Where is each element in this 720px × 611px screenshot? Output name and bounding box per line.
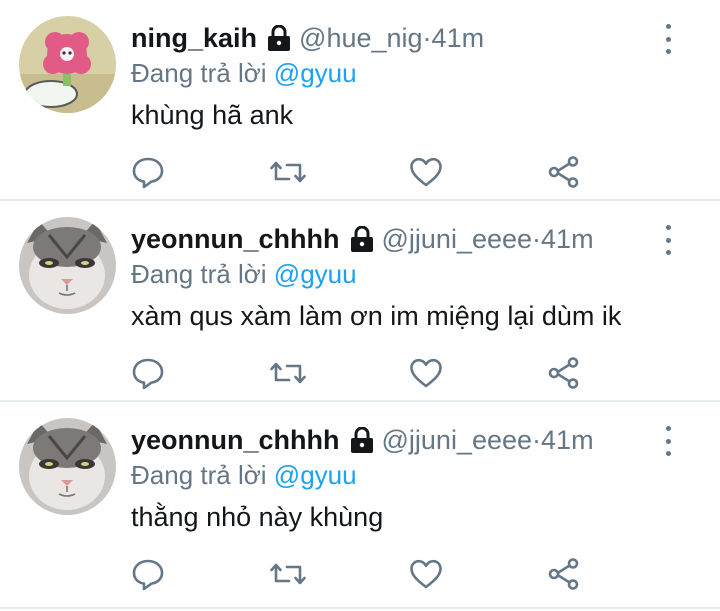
user-handle[interactable]: @jjuni_eeee: [382, 425, 533, 456]
action-bar: [0, 152, 720, 192]
replying-to: Đang trả lời @gyuu: [131, 58, 357, 89]
reply-icon[interactable]: [128, 152, 168, 192]
reply-icon[interactable]: [128, 353, 168, 393]
display-name[interactable]: ning_kaih: [131, 23, 257, 54]
display-name[interactable]: yeonnun_chhhh: [131, 224, 340, 255]
share-icon[interactable]: [544, 152, 584, 192]
reply-tweet[interactable]: yeonnun_chhhh @jjuni_eeee · 41m Đang trả…: [0, 201, 720, 402]
user-handle[interactable]: @hue_nig: [299, 23, 423, 54]
timestamp[interactable]: 41m: [541, 425, 594, 456]
avatar[interactable]: [19, 217, 116, 314]
timestamp[interactable]: 41m: [432, 23, 485, 54]
lock-icon: [348, 226, 376, 252]
retweet-icon[interactable]: [268, 152, 308, 192]
avatar[interactable]: [19, 16, 116, 113]
replying-to-label: Đang trả lời: [131, 259, 267, 289]
mention-link[interactable]: @gyuu: [274, 259, 357, 289]
replying-to-label: Đang trả lời: [131, 460, 267, 490]
separator: ·: [422, 22, 432, 53]
action-bar: [0, 353, 720, 393]
user-handle[interactable]: @jjuni_eeee: [382, 224, 533, 255]
more-vertical-icon[interactable]: [656, 426, 680, 456]
display-name[interactable]: yeonnun_chhhh: [131, 425, 340, 456]
share-icon[interactable]: [544, 353, 584, 393]
more-vertical-icon[interactable]: [656, 24, 680, 54]
tweet-text: thằng nhỏ này khùng: [131, 502, 384, 532]
separator: ·: [532, 424, 542, 455]
retweet-icon[interactable]: [268, 554, 308, 594]
lock-icon: [265, 25, 293, 51]
reply-tweet[interactable]: ning_kaih @hue_nig · 41m Đang trả lời @g…: [0, 0, 720, 201]
tweet-text: xàm qus xàm làm ơn im miệng lại dùm ik: [131, 301, 622, 331]
action-bar: [0, 554, 720, 594]
heart-icon[interactable]: [406, 554, 446, 594]
tweet-header: yeonnun_chhhh @jjuni_eeee · 41m: [131, 221, 594, 257]
tweet-header: yeonnun_chhhh @jjuni_eeee · 41m: [131, 422, 594, 458]
retweet-icon[interactable]: [268, 353, 308, 393]
tweet-header: ning_kaih @hue_nig · 41m: [131, 20, 484, 56]
heart-icon[interactable]: [406, 353, 446, 393]
replying-to-label: Đang trả lời: [131, 58, 267, 88]
separator: ·: [532, 223, 542, 254]
reply-tweet[interactable]: yeonnun_chhhh @jjuni_eeee · 41m Đang trả…: [0, 402, 720, 609]
replying-to: Đang trả lời @gyuu: [131, 259, 357, 290]
more-vertical-icon[interactable]: [656, 225, 680, 255]
avatar[interactable]: [19, 418, 116, 515]
timestamp[interactable]: 41m: [541, 224, 594, 255]
share-icon[interactable]: [544, 554, 584, 594]
replying-to: Đang trả lời @gyuu: [131, 460, 357, 491]
heart-icon[interactable]: [406, 152, 446, 192]
lock-icon: [348, 427, 376, 453]
mention-link[interactable]: @gyuu: [274, 58, 357, 88]
mention-link[interactable]: @gyuu: [274, 460, 357, 490]
tweet-text: khùng hã ank: [131, 100, 294, 130]
reply-icon[interactable]: [128, 554, 168, 594]
